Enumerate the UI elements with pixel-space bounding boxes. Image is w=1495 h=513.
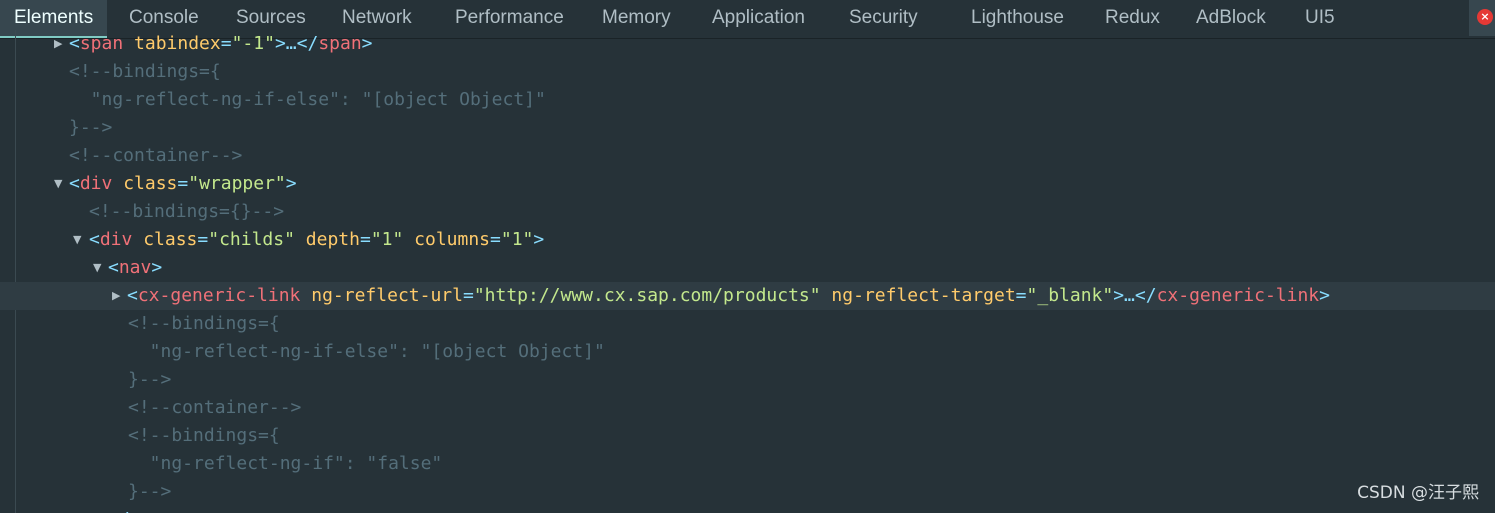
tag-name: div bbox=[79, 173, 113, 194]
attr-name: ng-reflect-target bbox=[820, 285, 1016, 306]
dom-node-code: }--> bbox=[128, 478, 171, 506]
tag-name: nav bbox=[118, 257, 152, 278]
comment-text: <!--bindings={ bbox=[128, 313, 280, 334]
punct: > bbox=[1319, 285, 1330, 306]
attr-name: ng-reflect-url bbox=[300, 285, 463, 306]
watermark: CSDN @汪子熙 bbox=[1357, 483, 1479, 503]
dom-node-code: <!--container--> bbox=[69, 142, 242, 170]
comment-text: }--> bbox=[69, 117, 113, 138]
punct: >…</ bbox=[1113, 285, 1157, 306]
dom-node-code: }--> bbox=[69, 114, 112, 142]
dom-node-row[interactable]: <!--bindings={}--> bbox=[0, 198, 1495, 226]
dom-node-row[interactable]: </nav> bbox=[0, 506, 1495, 513]
dom-node-row[interactable]: ▼ <div class="wrapper"> bbox=[0, 170, 1495, 198]
attr-value: "http://www.cx.sap.com/products" bbox=[473, 285, 821, 306]
attr-name: tabindex bbox=[123, 33, 221, 54]
dom-node-code: <div class="childs" depth="1" columns="1… bbox=[89, 226, 544, 254]
caret-down-icon[interactable]: ▼ bbox=[93, 254, 101, 282]
punct: = bbox=[220, 33, 232, 54]
punct: = bbox=[177, 173, 189, 194]
comment-text: <!--bindings={ bbox=[128, 425, 280, 446]
dom-node-code: "ng-reflect-ng-if-else": "[object Object… bbox=[69, 86, 546, 114]
dom-node-row[interactable]: }--> bbox=[0, 114, 1495, 142]
punct: > bbox=[285, 173, 297, 194]
comment-text: <!--bindings={ bbox=[69, 61, 221, 82]
caret-down-icon[interactable]: ▼ bbox=[54, 170, 62, 198]
comment-text: <!--container--> bbox=[69, 145, 243, 166]
close-icon[interactable]: × bbox=[1477, 9, 1493, 25]
dom-node-row[interactable]: <!--bindings={ bbox=[0, 422, 1495, 450]
caret-right-icon[interactable]: ▶ bbox=[54, 30, 62, 58]
dom-node-selected[interactable]: ▶ <cx-generic-link ng-reflect-url="http:/… bbox=[0, 282, 1495, 310]
dom-node-code: <!--bindings={ bbox=[69, 58, 221, 86]
tag-name: span bbox=[318, 33, 362, 54]
attr-value: "-1" bbox=[231, 33, 275, 54]
punct: </ bbox=[108, 509, 130, 513]
dom-node-row[interactable]: }--> bbox=[0, 478, 1495, 506]
punct: < bbox=[69, 33, 80, 54]
dom-node-code: "ng-reflect-ng-if-else": "[object Object… bbox=[128, 338, 605, 366]
tag-name: div bbox=[99, 229, 133, 250]
punct: > bbox=[151, 257, 163, 278]
comment-text: }--> bbox=[128, 481, 172, 502]
dom-node-code: <cx-generic-link ng-reflect-url="http://… bbox=[127, 282, 1330, 310]
dom-node-row[interactable]: <!--bindings={ bbox=[0, 310, 1495, 338]
comment-text: "ng-reflect-ng-if": "false" bbox=[128, 453, 443, 474]
caret-right-icon[interactable]: ▶ bbox=[112, 282, 120, 310]
comment-text: }--> bbox=[128, 369, 172, 390]
punct: = bbox=[490, 229, 501, 250]
dom-node-row[interactable]: "ng-reflect-ng-if-else": "[object Object… bbox=[0, 338, 1495, 366]
tag-name: cx-generic-link bbox=[1156, 285, 1320, 306]
dom-node-code: <div class="wrapper"> bbox=[69, 170, 297, 198]
dom-node-code: <!--bindings={ bbox=[128, 422, 280, 450]
comment-text: <!--bindings={}--> bbox=[89, 201, 285, 222]
punct: < bbox=[89, 229, 100, 250]
punct: = bbox=[359, 229, 371, 250]
dom-node-code: <!--bindings={}--> bbox=[89, 198, 284, 226]
tag-name: cx-generic-link bbox=[137, 285, 301, 306]
dom-node-row[interactable]: <!--container--> bbox=[0, 394, 1495, 422]
dom-node-code: <!--bindings={ bbox=[128, 310, 280, 338]
attr-name: class bbox=[112, 173, 178, 194]
attr-value: "1" bbox=[370, 229, 404, 250]
punct: = bbox=[1015, 285, 1027, 306]
comment-text: <!--container--> bbox=[128, 397, 302, 418]
punct: > bbox=[361, 33, 373, 54]
caret-down-icon[interactable]: ▼ bbox=[73, 226, 81, 254]
punct: = bbox=[197, 229, 209, 250]
comment-text: "ng-reflect-ng-if-else": "[object Object… bbox=[69, 89, 546, 110]
dom-node-code: <nav> bbox=[108, 254, 162, 282]
punct: < bbox=[127, 285, 138, 306]
tag-name: span bbox=[79, 33, 124, 54]
tag-name: nav bbox=[130, 509, 163, 513]
punct: >…</ bbox=[274, 33, 319, 54]
dom-node-row[interactable]: ▼ <nav> bbox=[0, 254, 1495, 282]
dom-node-row[interactable]: <!--bindings={ bbox=[0, 58, 1495, 86]
dom-node-code: "ng-reflect-ng-if": "false" bbox=[128, 450, 443, 478]
comment-text: "ng-reflect-ng-if-else": "[object Object… bbox=[128, 341, 605, 362]
dom-node-code: }--> bbox=[128, 366, 171, 394]
dom-node-row[interactable]: ▶ <span tabindex="-1">…</span> bbox=[0, 30, 1495, 58]
dom-node-code: </nav> bbox=[108, 506, 173, 513]
attr-value: "_blank" bbox=[1026, 285, 1114, 306]
dom-node-row[interactable]: "ng-reflect-ng-if-else": "[object Object… bbox=[0, 86, 1495, 114]
dom-node-row[interactable]: "ng-reflect-ng-if": "false" bbox=[0, 450, 1495, 478]
dom-node-row[interactable]: <!--container--> bbox=[0, 142, 1495, 170]
attr-value: "1" bbox=[500, 229, 534, 250]
attr-name: depth bbox=[294, 229, 360, 250]
elements-dom-tree[interactable]: ▶ <span tabindex="-1">…</span> <!--binding… bbox=[0, 30, 1495, 513]
punct: > bbox=[533, 229, 545, 250]
attr-value: "childs" bbox=[208, 229, 295, 250]
punct: = bbox=[462, 285, 474, 306]
attr-value: "wrapper" bbox=[188, 173, 286, 194]
punct: > bbox=[162, 509, 173, 513]
attr-name: class bbox=[132, 229, 198, 250]
punct: < bbox=[108, 257, 119, 278]
dom-node-row[interactable]: }--> bbox=[0, 366, 1495, 394]
dom-node-code: <span tabindex="-1">…</span> bbox=[69, 30, 373, 58]
dom-node-row[interactable]: ▼ <div class="childs" depth="1" columns="… bbox=[0, 226, 1495, 254]
dom-node-code: <!--container--> bbox=[128, 394, 301, 422]
attr-name: columns bbox=[403, 229, 491, 250]
punct: < bbox=[69, 173, 80, 194]
